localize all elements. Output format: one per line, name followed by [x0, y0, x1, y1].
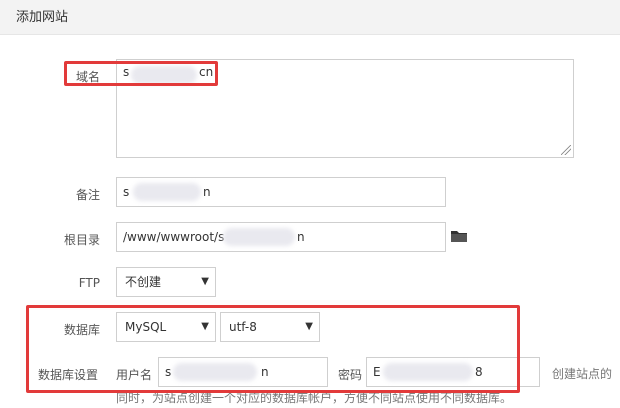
chevron-down-icon: ▼ — [201, 276, 209, 287]
ftp-selected: 不创建 — [125, 275, 162, 289]
resize-grip-icon[interactable] — [561, 145, 571, 155]
folder-icon-svg — [451, 231, 467, 242]
root-redaction — [223, 228, 295, 246]
dialog-header: 添加网站 — [0, 0, 620, 35]
dialog-title: 添加网站 — [16, 10, 69, 25]
remark-redaction — [133, 183, 201, 201]
domain-highlight-box — [64, 61, 218, 86]
root-value-end: n — [297, 230, 305, 244]
remark-value-end: n — [203, 185, 211, 199]
ftp-label: FTP — [78, 276, 100, 290]
database-highlight-box — [26, 305, 520, 393]
root-input[interactable]: /www/wwwroot/s n — [116, 222, 446, 252]
remark-value-start: s — [123, 185, 130, 199]
root-value-start: /www/wwwroot/s — [123, 230, 225, 244]
folder-icon[interactable] — [450, 229, 468, 247]
remark-input[interactable]: s n — [116, 177, 446, 207]
db-hint-right: 创建站点的 — [552, 367, 613, 381]
ftp-select[interactable]: 不创建 ▼ — [116, 267, 216, 297]
remark-label: 备注 — [75, 188, 100, 202]
root-label: 根目录 — [63, 233, 100, 247]
